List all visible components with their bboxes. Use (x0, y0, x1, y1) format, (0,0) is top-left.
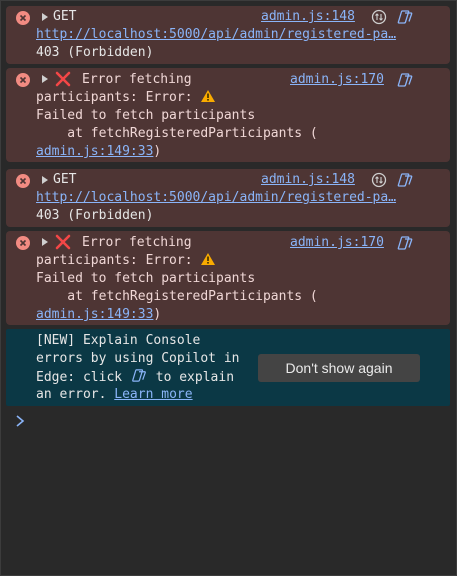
banner-text-line: an error. Learn more (36, 387, 193, 402)
error-circle-icon (16, 73, 30, 87)
source-link[interactable]: admin.js:170 (290, 234, 384, 252)
error-message-line: participants: Error: (36, 252, 216, 270)
warning-icon (201, 90, 216, 102)
warning-icon (201, 253, 216, 265)
request-url-link[interactable]: http://localhost:5000/api/admin/register… (36, 189, 421, 207)
error-circle-icon (16, 174, 30, 188)
stack-link[interactable]: admin.js:149:33 (36, 307, 153, 322)
console-prompt-chevron-icon[interactable] (14, 412, 28, 430)
stack-trace-location: admin.js:149:33) (36, 307, 162, 322)
stack-link[interactable]: admin.js:149:33 (36, 144, 153, 159)
red-x-icon (55, 234, 71, 250)
expand-triangle-icon[interactable] (42, 238, 48, 246)
error-message-line: Failed to fetch participants (36, 108, 256, 123)
request-method: GET (53, 172, 77, 187)
dont-show-again-button[interactable]: Don't show again (258, 354, 420, 382)
copilot-icon[interactable] (396, 234, 414, 252)
console-message-network-error: GET admin.js:148 http://localhost:5000/a… (6, 6, 450, 64)
learn-more-link[interactable]: Learn more (114, 387, 192, 402)
network-request-icon[interactable] (370, 8, 388, 26)
network-request-icon[interactable] (370, 171, 388, 189)
console-message-exception: Error fetching admin.js:170 participants… (6, 68, 450, 162)
copilot-icon (132, 369, 146, 382)
stack-trace-location: admin.js:149:33) (36, 144, 162, 159)
copilot-icon[interactable] (396, 171, 414, 189)
request-method: GET (53, 9, 77, 24)
stack-trace-line: at fetchRegisteredParticipants ( (36, 289, 318, 304)
red-x-icon (55, 71, 71, 87)
error-circle-icon (16, 11, 30, 25)
source-link[interactable]: admin.js:170 (290, 71, 384, 89)
banner-text-line: errors by using Copilot in (36, 351, 240, 366)
status-text: 403 (Forbidden) (36, 208, 154, 223)
error-message-line: Error fetching (82, 72, 192, 87)
error-message-line: participants: Error: (36, 89, 216, 107)
stack-trace-line: at fetchRegisteredParticipants ( (36, 126, 318, 141)
banner-text-line: [NEW] Explain Console (36, 333, 201, 348)
copilot-icon[interactable] (396, 8, 414, 26)
banner-text-line: Edge: click to explain (36, 369, 235, 385)
expand-triangle-icon[interactable] (42, 13, 48, 21)
request-url-link[interactable]: http://localhost:5000/api/admin/register… (36, 26, 421, 44)
expand-triangle-icon[interactable] (42, 75, 48, 83)
error-message-line: Failed to fetch participants (36, 271, 256, 286)
console-message-exception: Error fetching admin.js:170 participants… (6, 231, 450, 325)
error-message-line: Error fetching (82, 235, 192, 250)
copilot-icon[interactable] (396, 71, 414, 89)
source-link[interactable]: admin.js:148 (261, 8, 355, 26)
error-circle-icon (16, 236, 30, 250)
source-link[interactable]: admin.js:148 (261, 171, 355, 189)
expand-triangle-icon[interactable] (42, 176, 48, 184)
status-text: 403 (Forbidden) (36, 45, 154, 60)
console-message-network-error: GET admin.js:148 http://localhost:5000/a… (6, 169, 450, 227)
